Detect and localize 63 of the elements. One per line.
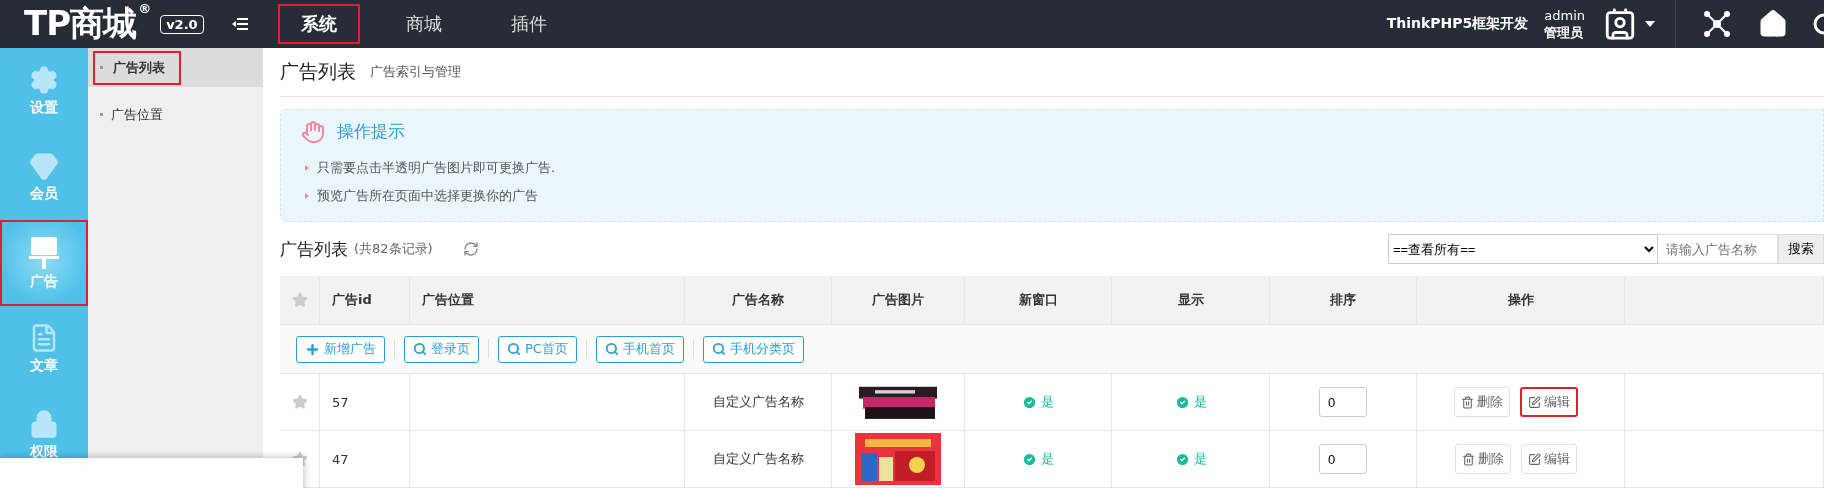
tips-title: 操作提示 [337,120,405,144]
nav-tab[interactable]: 商城 [382,4,465,44]
filter-select[interactable]: ==查看所有== [1388,234,1658,265]
star-icon [291,292,308,308]
menu-toggle-icon[interactable] [231,17,248,31]
hand-icon [301,119,325,144]
contact-card-icon[interactable] [1603,7,1637,41]
nav-tab[interactable]: 插件 [487,4,570,44]
search-icon [711,342,726,356]
column-header: 广告图片 [832,276,965,324]
submenu-item[interactable]: 广告位置 [88,95,263,134]
home-icon[interactable] [1758,9,1788,39]
version-badge: v2.0 [160,14,204,34]
table-cell: 47 [320,431,410,487]
search-field[interactable]: 请输入广告名称 [1658,234,1778,265]
submenu-item[interactable]: 广告列表 [88,48,263,87]
page-subtitle: 广告索引与管理 [370,62,461,81]
status-text: 是 [1174,450,1207,468]
sort-field[interactable]: 0 [1319,387,1367,417]
record-count: (共82条记录) [354,240,433,259]
network-icon[interactable] [1704,11,1730,37]
plus-icon [305,341,320,357]
action-button[interactable]: 编辑 [1520,444,1577,474]
table-cell: 57 [320,374,410,430]
nav-tab[interactable]: 系统 [277,4,360,44]
action-button[interactable]: 编辑 [1519,387,1578,417]
list-title: 广告列表 [280,237,348,261]
refresh-icon[interactable] [462,241,479,258]
action-button[interactable]: 删除 [1453,387,1510,417]
status-text: 是 [1022,450,1054,468]
tip-text: 预览广告所在页面中选择更换你的广告 [317,186,538,205]
user-name: admin [1544,7,1585,24]
logo: TP商城® [24,1,151,45]
table-cell: 自定义广告名称 [685,374,832,430]
edit-icon [1527,452,1541,466]
column-header: 操作 [1417,276,1625,324]
tip-text: 只需要点击半透明广告图片即可更换广告. [317,158,556,177]
user-role: 管理员 [1544,24,1585,41]
status-text: 是 [1022,393,1054,411]
action-button[interactable]: 删除 [1454,444,1511,474]
search-icon [604,342,619,356]
column-header: 广告名称 [685,276,832,324]
signboard-icon [29,235,59,269]
trash-icon [1461,452,1475,466]
search-icon [413,342,427,356]
column-header: 显示 [1112,276,1270,324]
table-cell: 自定义广告名称 [685,431,832,487]
site-title: ThinkPHP5框架开发 [1386,15,1529,33]
sort-field[interactable]: 0 [1319,444,1367,474]
caret-icon[interactable] [1645,21,1655,27]
search-icon [507,342,521,356]
trash-icon [1460,395,1474,409]
star-icon [291,394,308,410]
gem-icon [29,151,59,181]
column-header: 新窗口 [965,276,1112,324]
lock-icon [29,409,59,439]
edit-icon [1527,395,1541,409]
status-text: 是 [1174,393,1207,411]
search-button[interactable]: 搜索 [1778,234,1824,265]
page-title: 广告列表 [280,58,356,84]
column-header: 广告位置 [410,276,685,324]
column-header: 排序 [1270,276,1417,324]
column-header: 广告id [320,276,410,324]
